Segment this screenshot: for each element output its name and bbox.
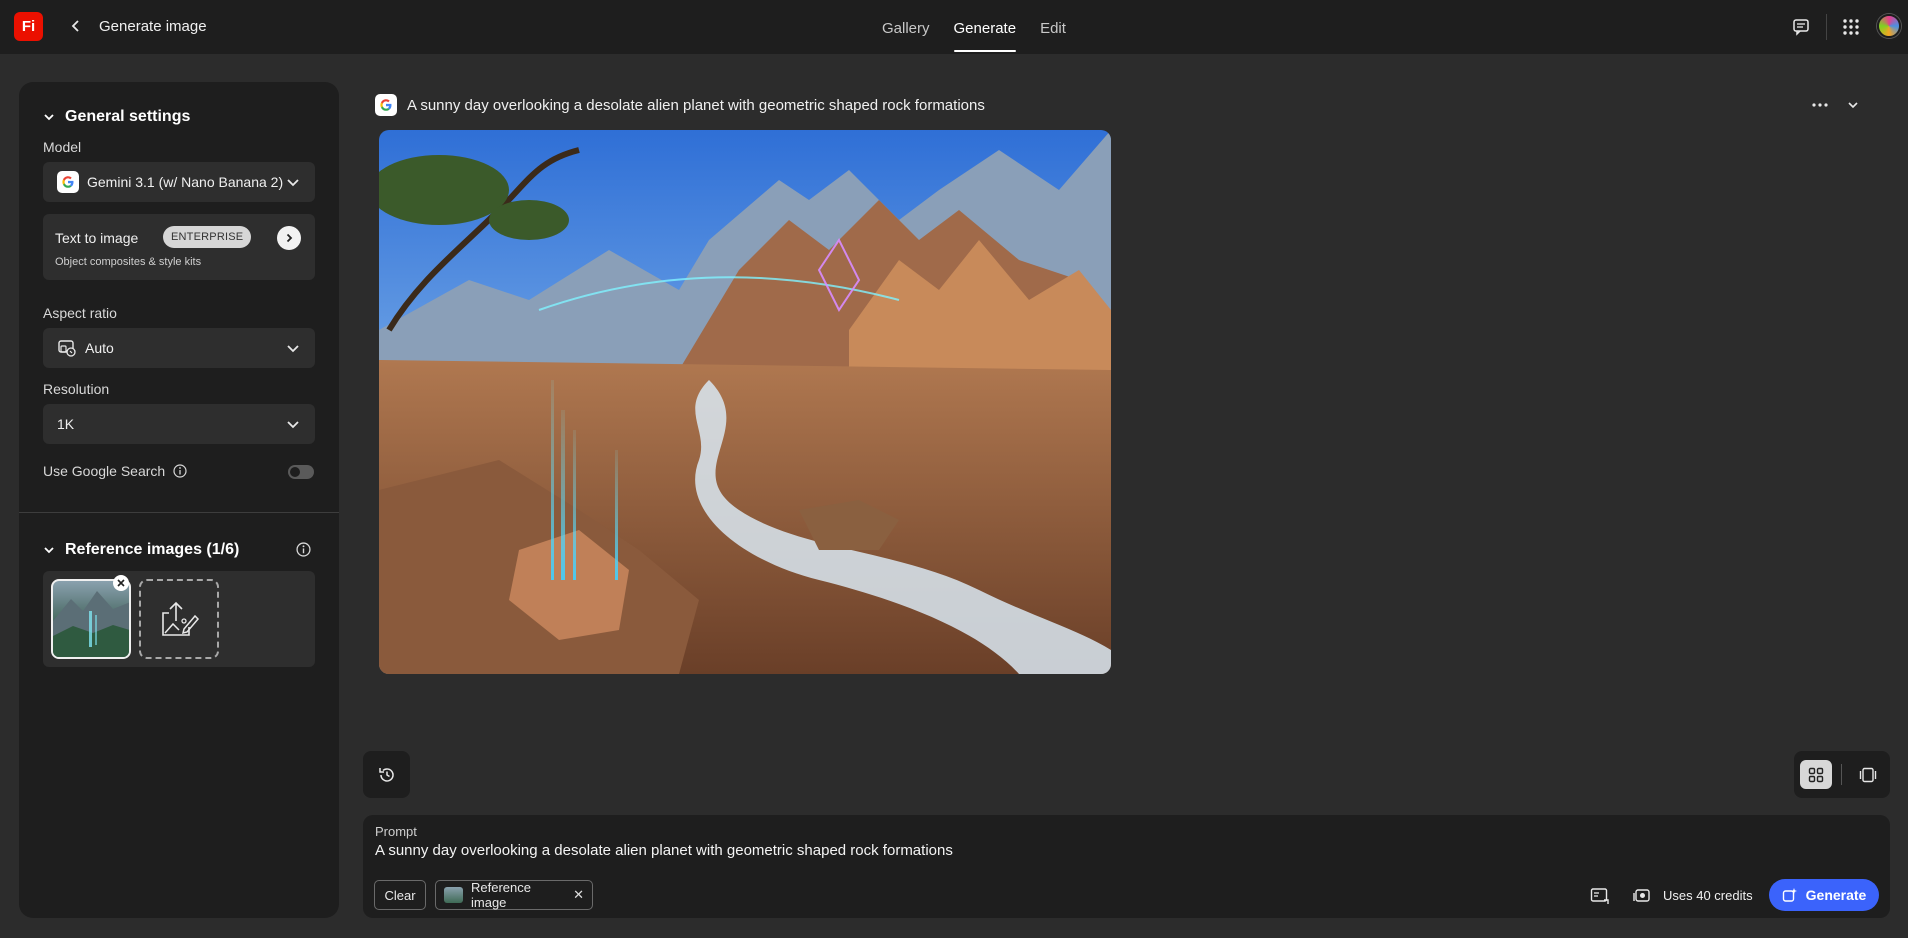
history-button[interactable]: [363, 751, 410, 798]
grid-view-button[interactable]: [1800, 760, 1832, 789]
apps-grid-icon: [1843, 19, 1859, 35]
text-to-image-card[interactable]: Text to image ENTERPRISE Object composit…: [43, 214, 315, 280]
generation-title: A sunny day overlooking a desolate alien…: [407, 96, 985, 114]
google-search-toggle[interactable]: [288, 465, 314, 479]
resolution-select[interactable]: 1K: [43, 404, 315, 444]
google-icon: [57, 171, 79, 193]
credits-icon-wrap: [1631, 885, 1653, 907]
reference-images-header[interactable]: Reference images (1/6): [43, 541, 239, 559]
aspect-ratio-select[interactable]: Auto: [43, 328, 315, 368]
chevron-down-icon: [287, 179, 299, 187]
aspect-ratio-icon: [58, 340, 76, 357]
credits-text: Uses 40 credits: [1663, 888, 1753, 903]
prompt-input[interactable]: A sunny day overlooking a desolate alien…: [375, 842, 953, 859]
chevron-down-icon: [1848, 102, 1858, 109]
model-select[interactable]: Gemini 3.1 (w/ Nano Banana 2): [43, 162, 315, 202]
aspect-ratio-label: Aspect ratio: [43, 305, 117, 321]
app-logo-text: Fi: [21, 18, 36, 35]
credits-icon: [1633, 889, 1650, 902]
chat-icon: [1793, 19, 1809, 36]
mode-open-button[interactable]: [277, 226, 301, 250]
enterprise-badge: ENTERPRISE: [163, 226, 252, 248]
prompt-box: Prompt A sunny day overlooking a desolat…: [363, 815, 1890, 918]
reference-info-button[interactable]: [296, 542, 311, 560]
chat-button[interactable]: [1788, 14, 1814, 40]
chevron-down-icon: [44, 114, 54, 121]
main-nav: Gallery Generate Edit: [870, 0, 1078, 54]
app-logo[interactable]: Fi: [14, 12, 43, 41]
top-bar: Fi Generate image Gallery Generate Edit: [0, 0, 1908, 54]
prompt-label: Prompt: [375, 824, 417, 839]
page-title: Generate image: [99, 18, 207, 35]
reference-chip-label: Reference image: [471, 880, 531, 910]
google-search-row: Use Google Search: [43, 463, 187, 479]
generated-image[interactable]: [379, 130, 1111, 674]
single-view-icon: [1859, 767, 1877, 782]
model-label: Model: [43, 139, 82, 155]
generate-label: Generate: [1805, 887, 1867, 903]
back-button[interactable]: [64, 14, 88, 38]
mode-title: Text to image: [55, 230, 139, 246]
generate-sparkle-icon: [1782, 888, 1797, 902]
tab-gallery[interactable]: Gallery: [870, 0, 942, 54]
more-icon: [1812, 103, 1828, 107]
chevron-down-icon: [287, 421, 299, 429]
single-view-button[interactable]: [1852, 760, 1884, 789]
reference-image-chip[interactable]: Reference image ✕: [435, 880, 593, 910]
chevron-down-icon: [44, 547, 54, 554]
chevron-down-icon: [287, 345, 299, 353]
reference-image: [53, 591, 129, 657]
generate-button[interactable]: Generate: [1769, 879, 1879, 911]
collapse-button[interactable]: [1841, 94, 1865, 116]
more-options-button[interactable]: [1808, 94, 1832, 116]
close-icon: [117, 579, 125, 587]
reference-images-title: Reference images (1/6): [65, 541, 240, 558]
image-settings-button[interactable]: [1589, 885, 1611, 907]
image-settings-icon: [1590, 888, 1609, 904]
close-icon[interactable]: ✕: [573, 887, 584, 903]
resolution-value: 1K: [57, 416, 75, 432]
general-settings-header[interactable]: General settings: [43, 108, 190, 126]
reference-chip-thumbnail: [444, 887, 463, 903]
reference-image-thumbnail[interactable]: [51, 579, 131, 659]
model-value: Gemini 3.1 (w/ Nano Banana 2): [87, 174, 284, 190]
upload-reference-button[interactable]: [139, 579, 219, 659]
aspect-ratio-value: Auto: [85, 340, 114, 356]
arrow-right-icon: [286, 233, 293, 243]
top-divider: [1826, 14, 1827, 40]
settings-sidebar: General settings Model Gemini 3.1 (w/ Na…: [19, 82, 339, 918]
resolution-label: Resolution: [43, 381, 110, 397]
remove-reference-button[interactable]: [113, 575, 129, 591]
clear-button[interactable]: Clear: [374, 880, 426, 910]
google-search-label: Use Google Search: [43, 463, 166, 479]
upload-image-icon: [162, 601, 200, 636]
view-divider: [1841, 764, 1842, 785]
apps-button[interactable]: [1838, 14, 1864, 40]
tab-generate[interactable]: Generate: [942, 0, 1029, 54]
generated-image-art: [379, 130, 1111, 674]
back-icon: [71, 20, 79, 32]
avatar[interactable]: [1877, 14, 1901, 38]
view-mode-toggle: [1794, 751, 1890, 798]
history-icon: [378, 767, 394, 782]
google-icon: [375, 94, 397, 116]
general-settings-title: General settings: [65, 108, 191, 125]
sidebar-divider: [19, 512, 339, 513]
info-icon: [296, 542, 311, 557]
tab-edit[interactable]: Edit: [1028, 0, 1078, 54]
reference-images-panel: [43, 571, 315, 667]
mode-subtitle: Object composites & style kits: [55, 256, 202, 268]
grid-view-icon: [1808, 767, 1824, 782]
generation-header: A sunny day overlooking a desolate alien…: [375, 94, 985, 116]
info-icon[interactable]: [173, 464, 187, 478]
